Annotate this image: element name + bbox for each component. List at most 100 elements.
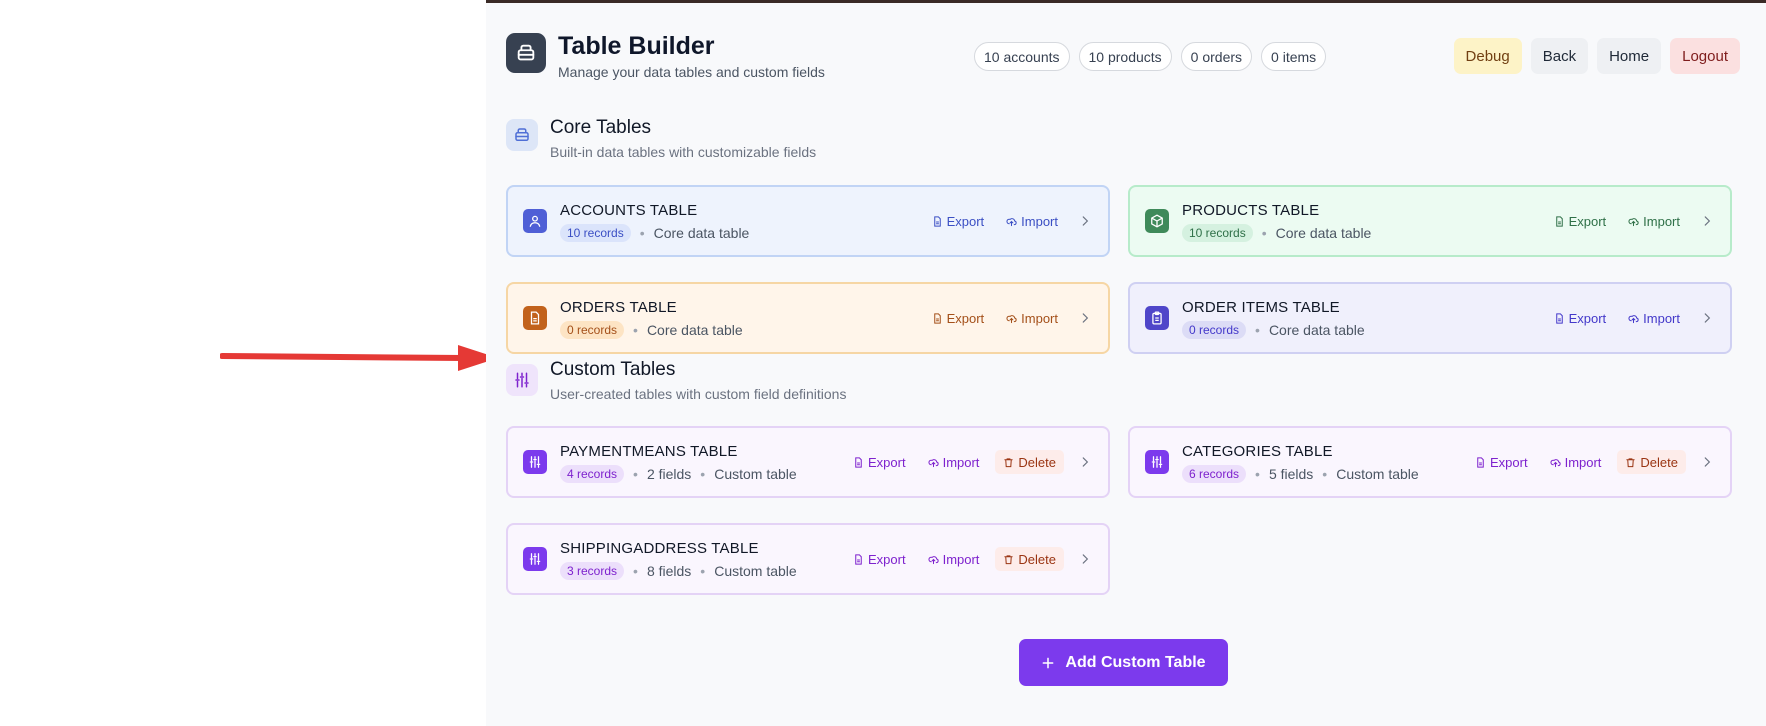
- import-button[interactable]: Import: [1000, 306, 1064, 330]
- separator-dot: •: [700, 563, 706, 579]
- user-icon: [523, 209, 547, 233]
- card-meta: 10 records • Core data table: [560, 224, 749, 242]
- chevron-right-icon[interactable]: [1700, 311, 1714, 325]
- chevron-right-icon[interactable]: [1078, 552, 1092, 566]
- export-label: Export: [1568, 213, 1607, 229]
- clipboard-icon: [1145, 306, 1169, 330]
- chevron-right-icon[interactable]: [1700, 214, 1714, 228]
- file-icon: [933, 312, 941, 324]
- export-button[interactable]: Export: [926, 209, 991, 233]
- order-items-table-card[interactable]: ORDER ITEMS TABLE 0 records • Core data …: [1128, 282, 1732, 354]
- card-meta: 4 records • 2 fields • Custom table: [560, 465, 797, 483]
- records-badge: 0 records: [560, 321, 625, 339]
- logout-button[interactable]: Logout: [1670, 38, 1740, 74]
- page-subtitle: Manage your data tables and custom field…: [558, 64, 825, 80]
- import-button[interactable]: Import: [1622, 306, 1686, 330]
- trash-icon: [1004, 457, 1014, 467]
- stat-orders: 0 orders: [1180, 42, 1253, 71]
- separator-dot: •: [633, 563, 638, 579]
- separator-dot: •: [700, 466, 706, 482]
- delete-button[interactable]: Delete: [995, 450, 1064, 474]
- delete-label: Delete: [1640, 454, 1678, 470]
- stats-bar: 10 accounts 10 products 0 orders 0 items: [974, 42, 1327, 71]
- import-label: Import: [942, 551, 980, 567]
- paymentmeans-table-card[interactable]: PAYMENTMEANS TABLE 4 records • 2 fields …: [506, 426, 1110, 498]
- chevron-right-icon[interactable]: [1700, 455, 1714, 469]
- add-custom-table-label: Add Custom Table: [1065, 653, 1206, 671]
- products-table-card[interactable]: PRODUCTS TABLE 10 records • Core data ta…: [1128, 185, 1732, 257]
- delete-button[interactable]: Delete: [995, 547, 1064, 571]
- categories-table-card[interactable]: CATEGORIES TABLE 6 records • 5 fields • …: [1128, 426, 1732, 498]
- file-icon: [855, 553, 862, 565]
- export-label: Export: [868, 454, 906, 470]
- separator-dot: •: [639, 225, 645, 241]
- card-description: Core data table: [646, 322, 743, 338]
- export-label: Export: [946, 213, 985, 229]
- red-arrow-annotation: [220, 345, 498, 371]
- export-button[interactable]: Export: [1548, 306, 1613, 330]
- import-label: Import: [1564, 454, 1602, 470]
- file-icon: [933, 215, 941, 227]
- card-title: CATEGORIES TABLE: [1182, 443, 1333, 460]
- chevron-right-icon[interactable]: [1078, 455, 1092, 469]
- home-button[interactable]: Home: [1597, 38, 1662, 74]
- core-tables-icon: [506, 119, 538, 151]
- shippingaddress-table-card[interactable]: SHIPPINGADDRESS TABLE 3 records • 8 fiel…: [506, 523, 1110, 595]
- plus-icon: [1042, 657, 1054, 668]
- export-button[interactable]: Export: [1469, 450, 1534, 474]
- card-meta: 6 records • 5 fields • Custom table: [1182, 465, 1419, 483]
- separator-dot: •: [633, 322, 638, 338]
- back-button[interactable]: Back: [1530, 38, 1589, 74]
- chevron-right-icon[interactable]: [1078, 214, 1092, 228]
- upload-cloud-icon: [1550, 458, 1561, 467]
- file-icon: [1477, 456, 1484, 468]
- export-button[interactable]: Export: [926, 306, 991, 330]
- custom-tables-title: Custom Tables: [550, 359, 676, 380]
- core-tables-title: Core Tables: [550, 117, 652, 138]
- stat-products: 10 products: [1078, 42, 1172, 71]
- export-label: Export: [1568, 310, 1607, 326]
- separator-dot: •: [633, 466, 638, 482]
- screen: Table Builder Manage your data tables an…: [0, 0, 1766, 726]
- delete-button[interactable]: Delete: [1617, 450, 1686, 474]
- card-meta: 0 records • Core data table: [1182, 321, 1365, 339]
- orders-table-card[interactable]: ORDERS TABLE 0 records • Core data table…: [506, 282, 1110, 354]
- package-icon: [1145, 209, 1169, 233]
- file-icon: [1555, 215, 1563, 227]
- card-description: Core data table: [653, 225, 750, 241]
- separator-dot: •: [1322, 466, 1328, 482]
- accounts-table-card[interactable]: ACCOUNTS TABLE 10 records • Core data ta…: [506, 185, 1110, 257]
- import-button[interactable]: Import: [1622, 209, 1686, 233]
- chevron-right-icon[interactable]: [1078, 311, 1092, 325]
- field-count: 8 fields: [646, 563, 692, 579]
- import-button[interactable]: Import: [1000, 209, 1064, 233]
- records-badge: 6 records: [1182, 465, 1247, 483]
- upload-cloud-icon: [928, 555, 939, 564]
- file-icon: [523, 306, 547, 330]
- sliders-icon: [523, 450, 547, 474]
- card-actions: Export Import Delete: [847, 450, 1092, 474]
- app-window: Table Builder Manage your data tables an…: [486, 0, 1766, 726]
- card-description: Custom table: [714, 466, 797, 482]
- card-description: Core data table: [1275, 225, 1372, 241]
- import-button[interactable]: Import: [922, 450, 986, 474]
- import-label: Import: [1643, 310, 1680, 326]
- debug-button[interactable]: Debug: [1453, 38, 1522, 74]
- records-badge: 10 records: [1182, 224, 1253, 242]
- import-button[interactable]: Import: [922, 547, 986, 571]
- import-button[interactable]: Import: [1544, 450, 1608, 474]
- records-badge: 3 records: [560, 562, 625, 580]
- card-title: PAYMENTMEANS TABLE: [560, 443, 738, 460]
- card-title: ORDER ITEMS TABLE: [1182, 299, 1340, 316]
- export-button[interactable]: Export: [847, 450, 912, 474]
- database-icon: [506, 33, 546, 73]
- export-button[interactable]: Export: [1548, 209, 1613, 233]
- card-title: ACCOUNTS TABLE: [560, 202, 698, 219]
- file-icon: [855, 456, 862, 468]
- export-button[interactable]: Export: [847, 547, 912, 571]
- import-label: Import: [1643, 213, 1680, 229]
- field-count: 2 fields: [646, 466, 692, 482]
- file-icon: [1555, 312, 1563, 324]
- add-custom-table-button[interactable]: Add Custom Table: [1019, 639, 1228, 686]
- card-meta: 0 records • Core data table: [560, 321, 743, 339]
